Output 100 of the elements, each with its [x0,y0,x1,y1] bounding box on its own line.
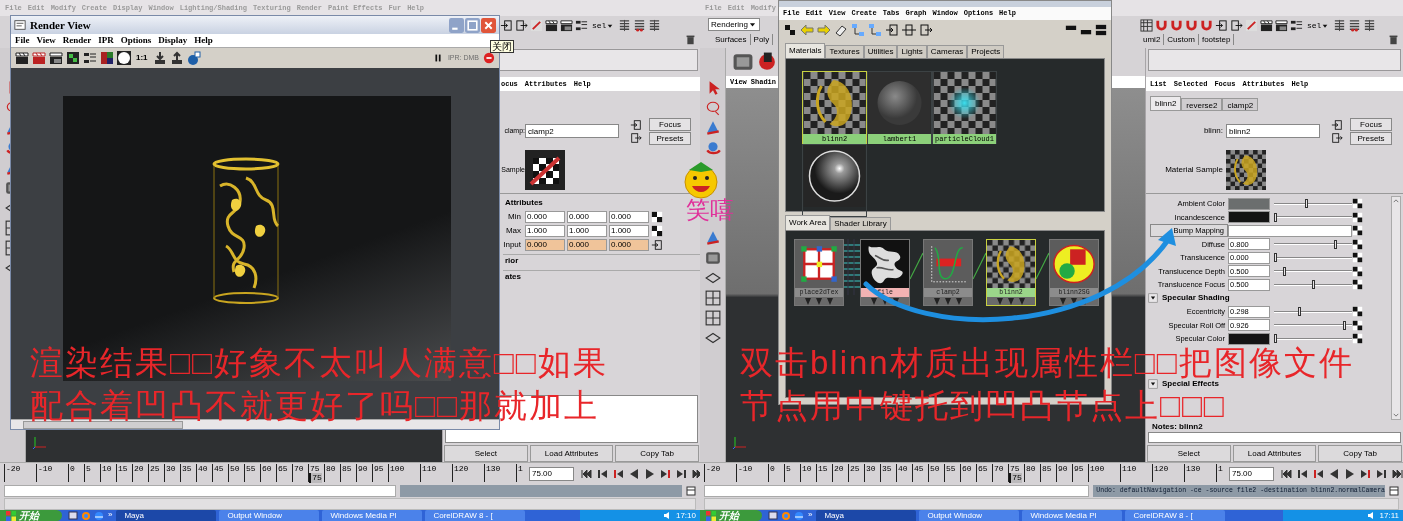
editor-button[interactable]: Load Attributes [529,445,614,462]
step-forward-key-icon[interactable] [1376,467,1388,480]
slider[interactable] [1274,307,1352,317]
node-name-field[interactable]: clamp2 [525,124,619,138]
checker-icon[interactable] [783,23,797,37]
checker-icon[interactable] [1352,225,1363,237]
frame-field[interactable]: 75.00 [529,466,574,481]
tab[interactable]: Utilities [863,45,898,58]
color-swatch[interactable] [1228,211,1270,224]
skip-to-end-icon[interactable] [1392,467,1403,480]
presets-button[interactable]: Presets [1350,131,1392,145]
list-icon[interactable] [575,19,588,32]
checker-icon[interactable] [1352,252,1363,264]
checker-icon[interactable] [651,210,663,223]
step-forward-key-icon[interactable] [676,467,688,480]
shelf-tool-icon[interactable] [704,250,721,266]
taskbar-button[interactable]: Maya [816,510,917,521]
section-header[interactable]: Specular Shading [1162,292,1230,305]
step-back-key-icon[interactable] [612,467,624,480]
frame-field[interactable]: 75.00 [1229,466,1274,481]
section-header[interactable]: rior [503,254,700,267]
command-field[interactable] [704,485,1090,497]
slider[interactable] [1274,253,1352,263]
plane-layout-icon[interactable] [704,330,721,346]
color-channels-icon[interactable] [100,51,114,65]
tab[interactable]: Lights [897,45,927,58]
focus-button[interactable]: Focus [1350,117,1392,131]
color-swatch[interactable] [1228,197,1270,210]
maximize-icon[interactable] [465,17,480,33]
browser-icon[interactable] [794,510,804,521]
brush-icon[interactable] [1245,19,1258,32]
number-field[interactable]: 0.000 [525,238,565,251]
taskbar-button[interactable]: Windows Media Pl [1022,510,1123,521]
scrollbar[interactable] [1391,196,1401,420]
clapperboard-icon[interactable] [49,51,63,65]
map-field[interactable] [1228,224,1352,237]
slider[interactable] [1274,212,1352,222]
checker-icon[interactable] [1352,319,1363,331]
command-field[interactable] [4,485,396,497]
four-view-layout-icon[interactable] [704,310,721,326]
menu-item[interactable]: Render [62,33,92,48]
lasso-icon[interactable] [704,100,721,116]
step-back-key-icon[interactable] [1312,467,1324,480]
layout-icon[interactable] [1095,24,1107,36]
slider-thumb[interactable] [1343,320,1346,330]
slider-thumb[interactable] [1305,199,1309,209]
checker-icon[interactable] [1352,198,1363,210]
tray-up-icon[interactable] [169,51,184,65]
connect-output-icon[interactable] [919,23,933,37]
skip-to-start-icon[interactable] [1280,467,1292,480]
editor-button[interactable]: Select [444,445,528,462]
tab[interactable]: Work Area [785,215,831,230]
checker-icon[interactable] [651,224,663,237]
focus-button[interactable]: Focus [649,117,691,131]
tab[interactable]: blinn2 [1150,96,1182,111]
list-icon[interactable] [83,51,97,65]
magnet-icon[interactable] [1200,19,1213,32]
stacked-lines-icon[interactable] [1333,19,1347,32]
shelf-tool-icon[interactable] [756,51,778,73]
sphere-icon[interactable] [186,51,201,65]
play-backward-icon[interactable] [1328,467,1340,480]
slider[interactable] [1274,239,1352,249]
color-swatch[interactable] [1228,332,1270,345]
stacked-lines-icon[interactable] [618,19,632,32]
taskbar-button[interactable]: Output Window [919,510,1020,521]
step-back-key-icon[interactable] [1296,467,1308,480]
eraser-icon[interactable] [834,23,848,37]
step-forward-key-icon[interactable] [1360,467,1372,480]
select-mode-dropdown[interactable]: sel [590,19,617,32]
presets-button[interactable]: Presets [649,131,691,145]
ipr-icon[interactable] [483,52,495,64]
shelf-tab[interactable]: Surfaces [712,34,751,45]
slider[interactable] [1274,266,1352,276]
shelf-tool-icon[interactable] [732,51,754,73]
stacked-lines-icon[interactable] [1348,19,1362,32]
tab[interactable]: reverse2 [1181,98,1223,111]
trash-icon[interactable] [1388,34,1399,45]
number-field[interactable]: 0.000 [567,210,607,223]
menu-item[interactable]: View [36,33,56,48]
tab[interactable]: clamp2 [1222,98,1259,111]
tray-down-icon[interactable] [152,51,167,65]
menu-item[interactable]: File [15,33,30,48]
shelf-tab[interactable]: footstep [1198,34,1235,45]
editor-button[interactable]: Copy Tab [615,445,699,462]
number-field[interactable]: 0.000 [609,238,649,251]
slider[interactable] [1274,280,1352,290]
stacked-lines-icon[interactable] [648,19,662,32]
clapperboard-icon[interactable] [15,51,29,65]
clapperboard-icon[interactable] [1260,19,1273,32]
number-field[interactable]: 1.000 [525,224,565,237]
shelf-tab[interactable]: Custom [1164,34,1199,45]
plane-layout-icon[interactable] [704,270,721,286]
magnet-icon[interactable] [1170,19,1183,32]
connect-input-icon[interactable] [651,238,663,251]
step-back-key-icon[interactable] [596,467,608,480]
tab[interactable]: Materials [785,43,826,58]
connect-input-icon[interactable] [1215,19,1228,32]
connect-output-icon[interactable] [1230,19,1243,32]
checker-icon[interactable] [1352,306,1363,318]
magnet-icon[interactable] [1185,19,1198,32]
